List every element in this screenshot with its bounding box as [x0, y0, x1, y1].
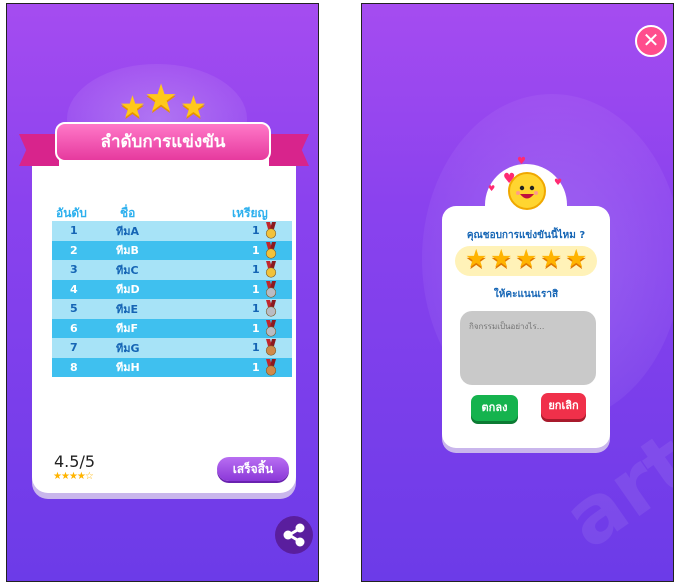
row-rank: 6: [70, 321, 78, 335]
star-icon: ★: [68, 471, 78, 482]
done-button[interactable]: เสร็จสิ้น: [217, 457, 289, 481]
row-medal-count: 1: [252, 282, 260, 296]
close-button[interactable]: ✕: [635, 25, 667, 57]
table-row: 7 ทีมG 1: [52, 338, 292, 358]
medal-icon: [265, 222, 277, 239]
table-row: 4 ทีมD 1: [52, 279, 292, 299]
rating-question: คุณชอบการแข่งขันนี้ไหม ?: [466, 230, 586, 241]
share-icon: [283, 523, 305, 547]
rate-us-label: ให้คะแนนเราสิ: [493, 289, 559, 300]
heart-icon: ♥: [488, 184, 496, 193]
row-medal-count: 1: [252, 224, 260, 238]
row-rank: 5: [70, 302, 78, 316]
table-row: 8 ทีมH 1: [52, 357, 292, 377]
row-medal-count: 1: [252, 341, 260, 355]
medal-icon: [265, 358, 277, 376]
comment-input[interactable]: [460, 311, 596, 385]
table-row: 2 ทีมB 1: [52, 240, 292, 260]
rating-star-5[interactable]: ★: [565, 244, 587, 273]
cancel-button[interactable]: ยกเลิก: [541, 393, 586, 419]
score-value: 4.5/5: [54, 452, 96, 471]
row-rank: 1: [70, 224, 78, 238]
rating-star-3[interactable]: ★: [515, 244, 537, 273]
row-medal-count: 1: [252, 360, 260, 374]
ribbon-tail-left: [19, 134, 59, 166]
ranking-table: 1 ทีมA 1 2 ทีมB 1 3 ทีมC 1 4 ทีมD 1 5 ทีมE 1 6 ทีมF 1 7 ทีม…: [52, 221, 292, 377]
rating-screen: art ✕ ♥ ♥ ♥ ♥ คุณชอบการแข่งขันนี้ไหม ? ★…: [361, 3, 674, 582]
medal-icon: [265, 319, 277, 337]
row-team: ทีมH: [116, 361, 140, 375]
table-row: 6 ทีมF 1: [52, 318, 292, 338]
row-rank: 7: [70, 341, 78, 355]
row-team: ทีมF: [116, 322, 139, 336]
row-rank: 3: [70, 263, 78, 277]
star-outline-icon: ☆: [84, 471, 94, 482]
medal-icon: [265, 339, 277, 356]
ribbon-tail-right: [269, 134, 309, 166]
row-team: ทีมG: [116, 341, 140, 355]
star-icon: ★: [144, 76, 179, 120]
rating-star-4[interactable]: ★: [540, 244, 562, 273]
medal-icon: [265, 241, 277, 259]
row-team: ทีมB: [116, 244, 139, 258]
medal-icon: [265, 261, 277, 278]
close-icon: ✕: [642, 28, 660, 52]
row-rank: 2: [70, 243, 78, 257]
star-icon: ★: [119, 90, 146, 125]
row-team: ทีมA: [116, 224, 140, 238]
row-team: ทีมC: [116, 263, 139, 277]
table-row: 3 ทีมC 1: [52, 260, 292, 280]
ok-button[interactable]: ตกลง: [471, 395, 518, 421]
row-team: ทีมE: [116, 302, 139, 316]
star-icon: ★: [53, 471, 62, 482]
star-icon: ★: [76, 471, 86, 482]
heart-icon: ♥: [503, 171, 516, 187]
rating-star-2[interactable]: ★: [490, 244, 512, 273]
table-row: 5 ทีมE 1: [52, 299, 292, 319]
rating-star-1[interactable]: ★: [465, 244, 487, 273]
star-icon: ★: [60, 471, 70, 482]
heart-icon: ♥: [554, 178, 563, 188]
row-medal-count: 1: [252, 302, 260, 316]
star-icon: ★: [180, 90, 207, 125]
score-stars: ★★★★☆: [53, 471, 94, 482]
row-medal-count: 1: [252, 263, 260, 277]
row-team: ทีมD: [116, 283, 140, 297]
row-rank: 8: [70, 360, 78, 374]
row-rank: 4: [70, 282, 78, 296]
share-button[interactable]: [275, 516, 313, 554]
heart-icon: ♥: [517, 156, 526, 167]
leaderboard-title: ลำดับการแข่งขัน: [55, 122, 271, 162]
medal-icon: [265, 300, 277, 317]
medal-icon: [265, 280, 277, 298]
table-row: 1 ทีมA 1: [52, 221, 292, 241]
row-medal-count: 1: [252, 321, 260, 335]
leaderboard-screen: ลำดับการแข่งขัน ★ ★ ★ อันดับ ชื่อ เหรียญ…: [6, 3, 319, 582]
row-medal-count: 1: [252, 243, 260, 257]
